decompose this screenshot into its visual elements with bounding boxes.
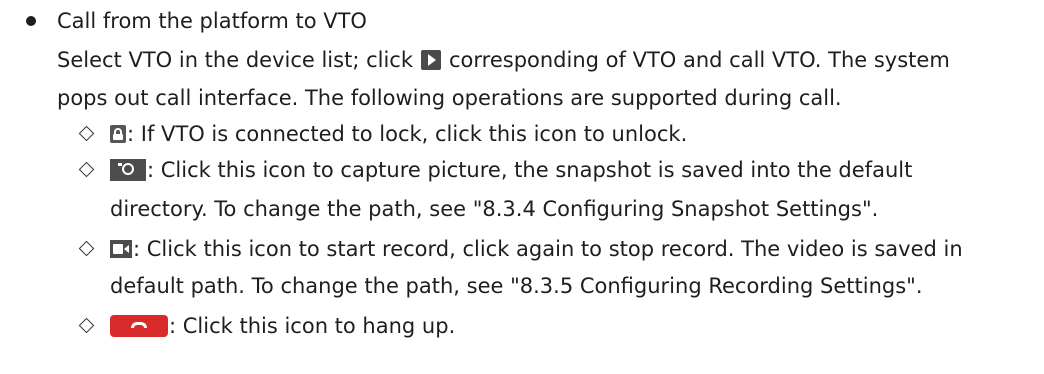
item-text: directory. To change the path, see "8.3.… [110, 197, 879, 221]
item-line: : Click this icon to capture picture, th… [110, 155, 912, 185]
item-text: : Click this icon to hang up. [169, 314, 456, 338]
play-call-icon [421, 49, 441, 70]
item-line: : Click this icon to hang up. [110, 311, 455, 341]
hang-up-icon [110, 314, 168, 337]
bullet-dot [26, 16, 36, 26]
diamond-bullet [78, 317, 95, 334]
intro-line-1: Select VTO in the device list; click corr… [57, 45, 950, 75]
item-text: : If VTO is connected to lock, click thi… [127, 122, 688, 146]
record-video-icon [110, 239, 132, 258]
item-text: : Click this icon to start record, click… [133, 237, 963, 261]
intro-text-line2: pops out call interface. The following o… [57, 86, 842, 110]
item-line: : Click this icon to start record, click… [110, 234, 963, 264]
diamond-bullet [78, 125, 95, 142]
intro-line-2: pops out call interface. The following o… [57, 83, 842, 113]
unlock-icon [110, 124, 126, 143]
intro-text-part1: Select VTO in the device list; click [57, 48, 413, 72]
bullet-item: Call from the platform to VTO [0, 6, 1044, 36]
item-line-continued: default path. To change the path, see "8… [110, 271, 923, 301]
snapshot-camera-icon [110, 158, 146, 181]
item-text: : Click this icon to capture picture, th… [147, 158, 913, 182]
diamond-bullet [78, 240, 95, 257]
intro-text-part2: corresponding of VTO and call VTO. The s… [449, 48, 950, 72]
item-line: : If VTO is connected to lock, click thi… [110, 119, 687, 149]
diamond-bullet [78, 161, 95, 178]
item-text: default path. To change the path, see "8… [110, 274, 923, 298]
section-heading: Call from the platform to VTO [57, 9, 367, 33]
item-line-continued: directory. To change the path, see "8.3.… [110, 194, 878, 224]
